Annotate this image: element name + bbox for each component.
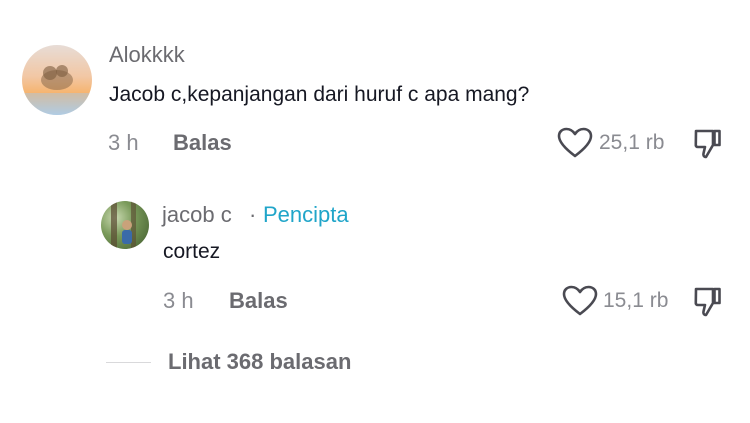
comment-text: Jacob c,kepanjangan dari huruf c apa man… xyxy=(109,83,530,106)
like-count: 15,1 rb xyxy=(603,289,669,312)
avatar-image xyxy=(22,65,92,115)
heart-icon[interactable] xyxy=(557,127,593,159)
creator-badge: Pencipta xyxy=(263,202,349,227)
reply-timestamp: 3 h xyxy=(163,288,194,313)
thumbs-down-icon[interactable] xyxy=(693,128,723,160)
reply-author[interactable]: jacob c xyxy=(162,202,232,228)
reply-text: cortez xyxy=(163,240,221,263)
view-replies-button[interactable]: Lihat 368 balasan xyxy=(168,349,351,375)
avatar-image xyxy=(111,201,136,249)
thumbs-down-icon[interactable] xyxy=(693,286,723,318)
reply-author-avatar[interactable] xyxy=(101,201,149,249)
like-count: 25,1 rb xyxy=(599,131,665,154)
replies-divider xyxy=(106,362,151,363)
comment-timestamp: 3 h xyxy=(108,130,139,155)
commenter-avatar[interactable] xyxy=(22,45,92,115)
separator-dot: · xyxy=(249,202,257,227)
comment-author[interactable]: Alokkkk xyxy=(109,42,185,68)
reply-button[interactable]: Balas xyxy=(229,288,288,314)
heart-icon[interactable] xyxy=(562,285,598,317)
reply-button[interactable]: Balas xyxy=(173,130,232,156)
